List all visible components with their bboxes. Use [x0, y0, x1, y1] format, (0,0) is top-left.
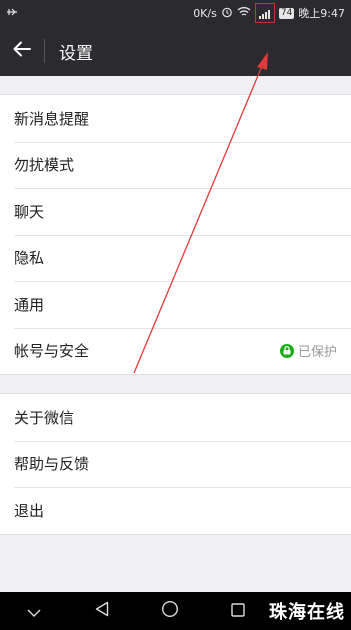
setting-about-wechat[interactable]: 关于微信: [0, 394, 351, 441]
battery-indicator: 74: [278, 7, 295, 19]
setting-label: 退出: [14, 501, 45, 520]
back-button[interactable]: [0, 26, 44, 76]
chevron-down-icon: [27, 602, 41, 621]
setting-new-message-notification[interactable]: 新消息提醒: [0, 95, 351, 142]
title-divider: [44, 39, 45, 63]
network-speed: 0K/s: [193, 6, 217, 20]
settings-group-main: 新消息提醒 勿扰模式 聊天 隐私 通用 帐号与安全 已保护: [0, 94, 351, 375]
back-triangle-icon: [95, 601, 109, 621]
usb-icon: [6, 7, 18, 20]
setting-general[interactable]: 通用: [0, 281, 351, 328]
setting-privacy[interactable]: 隐私: [0, 234, 351, 282]
nav-back-button[interactable]: [68, 592, 136, 630]
status-bar: 0K/s 74 晚上9:47: [0, 0, 351, 26]
setting-logout[interactable]: 退出: [0, 487, 351, 534]
wifi-icon: [237, 6, 251, 20]
setting-label: 关于微信: [14, 408, 75, 427]
lock-icon: [279, 343, 294, 358]
nav-home-button[interactable]: [136, 592, 204, 630]
page-title: 设置: [59, 43, 93, 64]
setting-help-feedback[interactable]: 帮助与反馈: [0, 440, 351, 488]
arrow-left-icon: [13, 41, 31, 61]
settings-group-other: 关于微信 帮助与反馈 退出: [0, 393, 351, 535]
setting-do-not-disturb[interactable]: 勿扰模式: [0, 141, 351, 189]
home-circle-icon: [161, 600, 179, 622]
recent-square-icon: [231, 602, 245, 621]
setting-label: 隐私: [14, 249, 45, 268]
nav-hide-button[interactable]: [0, 592, 68, 630]
setting-label: 勿扰模式: [14, 156, 75, 175]
setting-chat[interactable]: 聊天: [0, 188, 351, 235]
setting-account-security[interactable]: 帐号与安全 已保护: [0, 327, 351, 375]
protection-status: 已保护: [279, 341, 337, 361]
setting-label: 帮助与反馈: [14, 455, 90, 474]
setting-label: 通用: [14, 295, 45, 314]
setting-label: 新消息提醒: [14, 109, 90, 128]
header: 设置: [0, 26, 351, 76]
clock: 晚上9:47: [298, 7, 345, 20]
setting-label: 帐号与安全: [14, 342, 90, 361]
setting-label: 聊天: [14, 202, 45, 221]
signal-icon: [254, 3, 275, 23]
alarm-icon: [221, 6, 233, 21]
watermark: 珠海在线: [269, 602, 345, 623]
nav-recents-button[interactable]: [204, 592, 272, 630]
protection-status-text: 已保护: [297, 345, 337, 361]
